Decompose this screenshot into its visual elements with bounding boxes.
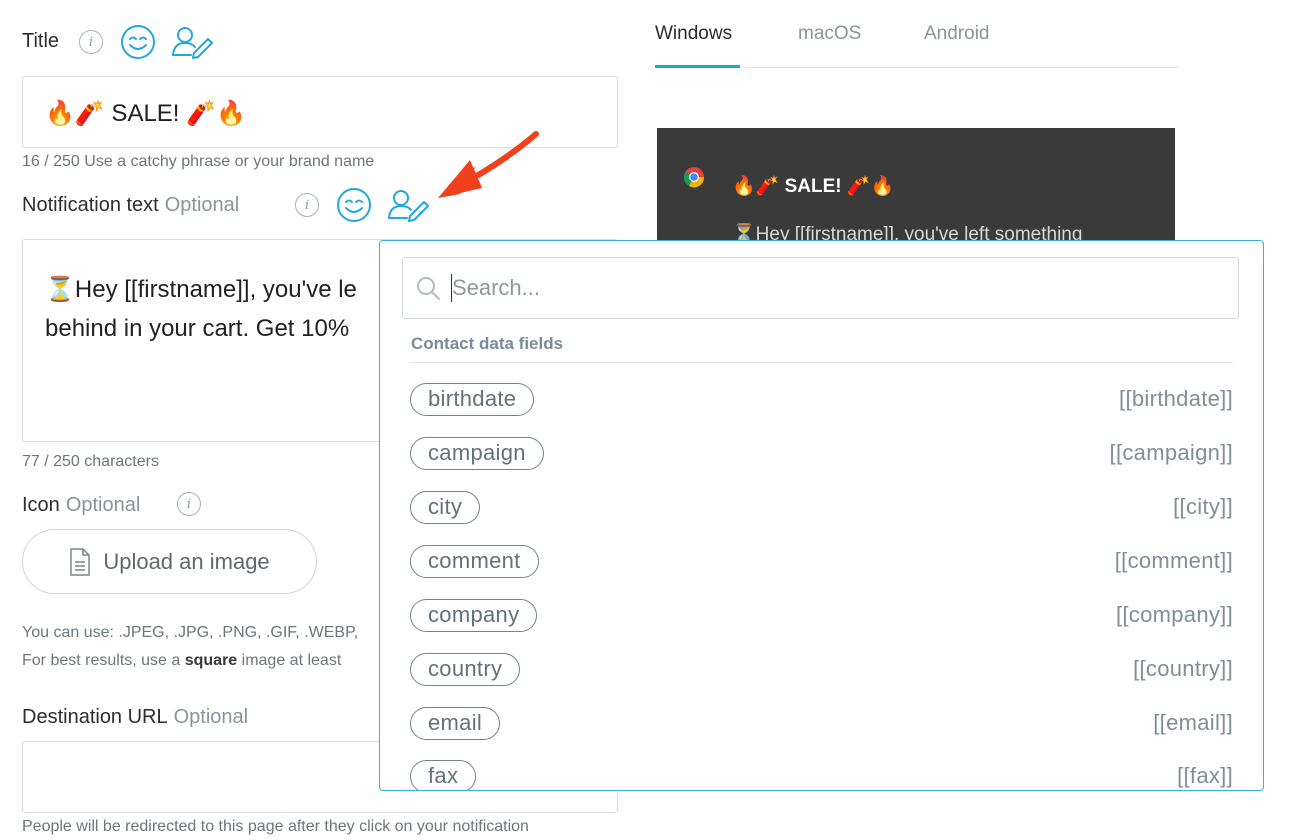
field-search-input[interactable] [451,258,1238,318]
preview-title: 🔥🧨 SALE! 🧨🔥 [732,176,895,197]
notification-personalize-icon[interactable] [386,188,432,222]
field-chip[interactable]: company [410,598,538,632]
field-tag: [[fax]] [1177,763,1233,788]
title-personalize-icon[interactable] [170,25,216,59]
info-glyph: i [88,34,94,50]
notification-value-line1: ⏳Hey [[firstname]], you've le [45,276,357,303]
icon-label-text: Icon [22,494,60,516]
field-tag: [[birthdate]] [1119,386,1233,411]
notification-emoji-icon[interactable] [336,187,372,223]
info-glyph: i [186,496,192,512]
field-row-email[interactable]: email [[email]] [410,705,1233,741]
notification-label-text: Notification text [22,194,159,216]
field-chip[interactable]: comment [410,544,539,578]
url-optional-text: Optional [173,706,249,728]
field-tag: [[country]] [1133,656,1233,681]
contact-fields-section-title: Contact data fields [411,334,564,353]
tab-windows[interactable]: Windows [655,23,732,45]
field-tag: [[campaign]] [1109,440,1233,465]
icon-info-icon[interactable]: i [177,492,201,516]
upload-image-button[interactable]: Upload an image [22,529,317,594]
field-search-box[interactable] [402,257,1239,319]
field-row-city[interactable]: city [[city]] [410,489,1233,525]
url-label: Destination URL Optional [22,706,248,729]
search-icon [415,275,441,301]
field-row-birthdate[interactable]: birthdate [[birthdate]] [410,381,1233,417]
icon-size-hint-bold: square [184,652,238,669]
upload-image-label: Upload an image [103,548,270,574]
title-emoji-icon[interactable] [120,24,156,60]
field-tag: [[company]] [1115,602,1233,627]
field-chip[interactable]: campaign [410,436,544,470]
field-row-fax[interactable]: fax [[fax]] [410,758,1233,790]
field-row-comment[interactable]: comment [[comment]] [410,543,1233,579]
file-icon [69,547,91,576]
personalization-dropdown: Contact data fields birthdate [[birthdat… [379,240,1264,791]
tab-active-underline [655,65,740,68]
tab-android[interactable]: Android [924,23,990,45]
url-hint: People will be redirected to this page a… [22,818,529,835]
field-row-country[interactable]: country [[country]] [410,651,1233,687]
notification-value-line2: behind in your cart. Get 10% [45,315,350,342]
field-row-company[interactable]: company [[company]] [410,597,1233,633]
info-glyph: i [304,197,310,213]
title-counter-hint: 16 / 250 Use a catchy phrase or your bra… [22,153,375,170]
notification-label: Notification text Optional [22,194,239,217]
field-chip[interactable]: fax [410,759,477,790]
title-info-icon[interactable]: i [79,30,103,54]
field-chip[interactable]: birthdate [410,382,535,416]
annotation-arrow-icon [430,130,540,202]
field-tag: [[comment]] [1114,548,1233,573]
title-input-value: 🔥🧨 SALE! 🧨🔥 [45,100,246,127]
icon-optional-text: Optional [65,494,141,516]
icon-label: Icon Optional [22,494,140,517]
field-chip[interactable]: country [410,652,521,686]
tab-macos[interactable]: macOS [798,23,861,45]
notification-textarea-value: ⏳Hey [[firstname]], you've le behind in … [45,270,357,348]
field-chip[interactable]: city [410,490,481,524]
field-tag: [[email]] [1153,710,1233,735]
url-label-text: Destination URL [22,706,168,728]
notification-counter: 77 / 250 characters [22,453,159,470]
field-tag: [[city]] [1173,494,1233,519]
icon-size-hint-post: image at least [237,652,342,669]
icon-size-hint-pre: For best results, use a [22,652,185,669]
title-label: Title [22,30,59,53]
chrome-icon [683,166,705,188]
section-divider [410,362,1233,363]
icon-format-hint: You can use: .JPEG, .JPG, .PNG, .GIF, .W… [22,624,359,641]
notification-info-icon[interactable]: i [295,193,319,217]
title-label-text: Title [22,30,60,52]
icon-size-hint: For best results, use a square image at … [22,652,341,670]
notification-optional-text: Optional [164,194,240,216]
field-row-campaign[interactable]: campaign [[campaign]] [410,435,1233,471]
field-chip[interactable]: email [410,706,501,740]
